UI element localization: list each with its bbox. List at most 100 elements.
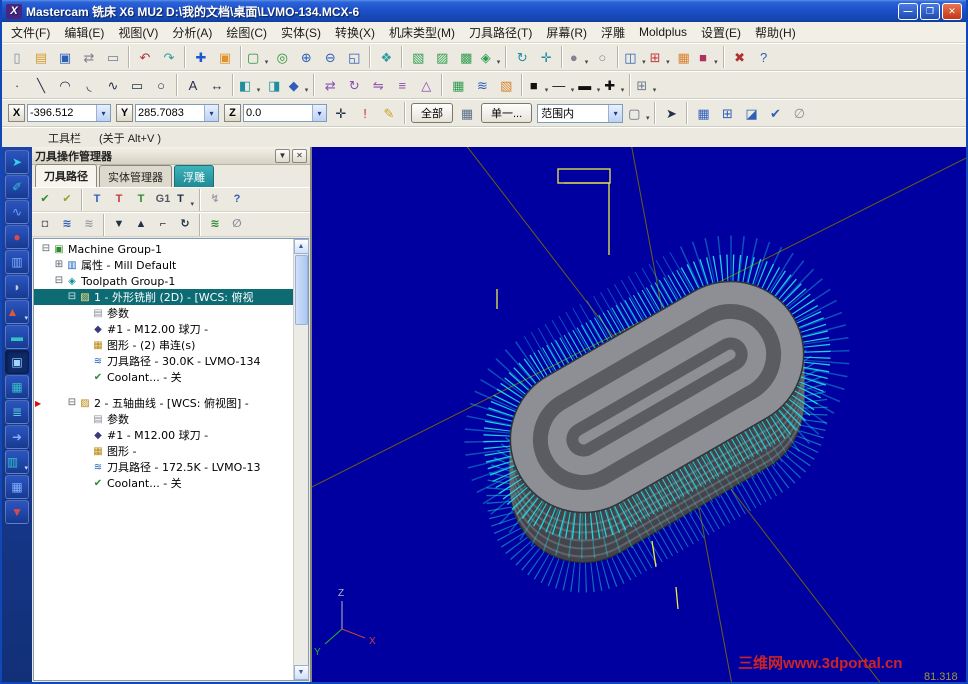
analyze-dynamic-icon[interactable]: ▣ xyxy=(214,46,236,68)
selection-grid-icon[interactable]: ▦ xyxy=(692,102,714,124)
menu-item[interactable]: Moldplus xyxy=(632,23,694,41)
xform-scale-icon[interactable]: △ xyxy=(415,74,437,96)
planes-icon[interactable]: ◫ ▾ xyxy=(623,46,646,68)
construction-mode-icon[interactable]: ! xyxy=(354,102,376,124)
tree-expander-icon[interactable]: ⊟ xyxy=(66,398,78,408)
ops-help-icon[interactable]: ? xyxy=(227,190,247,210)
grid2-icon[interactable]: ▦ xyxy=(5,475,29,499)
tree-expander-icon[interactable]: ⊟ xyxy=(53,276,65,286)
surface-create-icon[interactable]: ◧ ▾ xyxy=(238,74,261,96)
backplot-icon[interactable]: G1 xyxy=(153,190,173,210)
range-dropdown-icon[interactable]: ▾ xyxy=(608,104,623,122)
repaint-icon[interactable]: ❖ xyxy=(375,46,397,68)
panel-menu-icon[interactable]: ▼ xyxy=(275,148,290,163)
redo-icon[interactable]: ↷ xyxy=(158,46,180,68)
tree-expander-icon[interactable]: ⊞ xyxy=(53,260,65,270)
print-icon[interactable]: ▭ xyxy=(102,46,124,68)
dropdown-arrow-icon[interactable]: ▾ xyxy=(24,314,28,322)
shading-icon[interactable]: ● ▾ xyxy=(567,46,589,68)
y-coordinate-input[interactable] xyxy=(136,107,204,119)
xform-offset-icon[interactable]: ≡ xyxy=(391,74,413,96)
delete-entity-icon[interactable]: ✖ xyxy=(729,46,751,68)
tree-item[interactable]: ✔ Coolant... - 关 xyxy=(34,475,293,491)
gview-top-icon[interactable]: ▧ xyxy=(407,46,429,68)
zoom-out-icon[interactable]: ⊖ xyxy=(319,46,341,68)
selection-add-icon[interactable]: ⊞ xyxy=(716,102,738,124)
x-coordinate-input[interactable] xyxy=(28,107,96,119)
select-last-icon[interactable]: ▦ xyxy=(456,102,478,124)
levels-icon[interactable]: ⊞ ▾ xyxy=(649,46,671,68)
z-coordinate-input[interactable] xyxy=(244,107,312,119)
create-line-icon[interactable]: ╲ xyxy=(30,74,52,96)
menu-item[interactable]: 编辑(E) xyxy=(57,22,111,42)
gview-side-icon[interactable]: ▩ xyxy=(455,46,477,68)
book-manager-icon[interactable]: ≣ xyxy=(5,400,29,424)
undo-icon[interactable]: ↶ xyxy=(134,46,156,68)
insert-arrow-icon[interactable]: ⌐ xyxy=(153,215,173,235)
file-export-icon[interactable]: ⇄ xyxy=(78,46,100,68)
xform-mirror-icon[interactable]: ⇋ xyxy=(367,74,389,96)
tree-item[interactable]: ▶ ⊟ ▨ 2 - 五轴曲线 - [WCS: 俯视图] - xyxy=(34,395,293,411)
create-arc-icon[interactable]: ◠ xyxy=(54,74,76,96)
tree-item[interactable]: ⊞ ▥ 属性 - Mill Default xyxy=(34,257,293,273)
surface-trim-icon[interactable]: ◨ xyxy=(263,74,285,96)
attributes-icon[interactable]: ▦ xyxy=(673,46,695,68)
curve-tool-icon[interactable]: ∿ xyxy=(5,200,29,224)
create-circle-icon[interactable]: ○ xyxy=(150,74,172,96)
fit-screen-icon[interactable]: ◱ xyxy=(343,46,365,68)
tree-item[interactable]: ≋ 刀具路径 - 30.0K - LVMO-134 xyxy=(34,353,293,369)
attribute-color-icon[interactable]: ■ ▾ xyxy=(527,74,549,96)
cone-tool-icon[interactable]: ▲ ▾ xyxy=(5,300,29,324)
close-button[interactable]: ✕ xyxy=(942,2,962,20)
dropdown-arrow-icon[interactable]: ▾ xyxy=(24,464,28,472)
save-icon[interactable]: ▣ xyxy=(54,46,76,68)
move-insert-down-icon[interactable]: ▼ xyxy=(109,215,129,235)
select-all-operations-icon[interactable]: ✔ xyxy=(35,190,55,210)
select-arrow-icon[interactable]: ➤ xyxy=(660,102,682,124)
dropdown-arrow-icon[interactable]: ▾ xyxy=(646,114,650,122)
xform-rotate-icon[interactable]: ↻ xyxy=(343,74,365,96)
tree-item[interactable]: ≋ 刀具路径 - 172.5K - LVMO-13 xyxy=(34,459,293,475)
point-style-icon[interactable]: ✚ ▾ xyxy=(603,74,625,96)
graphics-viewport[interactable]: Z Y X 三维网www.3dportal.cn 81.318 xyxy=(312,147,966,682)
tree-expander-icon[interactable]: ⊟ xyxy=(66,292,78,302)
dropdown-arrow-icon[interactable]: ▾ xyxy=(497,58,501,66)
create-point-icon[interactable]: ∙ xyxy=(6,74,28,96)
line-style-icon[interactable]: — ▾ xyxy=(551,74,575,96)
create-fillet-icon[interactable]: ◟ xyxy=(78,74,100,96)
machine-def-icon[interactable]: ▦ xyxy=(447,74,469,96)
regen-all-icon[interactable]: T xyxy=(109,190,129,210)
analyze-position-icon[interactable]: ✚ xyxy=(190,46,212,68)
drop-tool-icon[interactable]: ▼ xyxy=(5,500,29,524)
toggle-rapid-display-icon[interactable]: ≋ xyxy=(79,215,99,235)
scrollbar-thumb[interactable] xyxy=(294,255,308,325)
tree-item[interactable]: ▦ 图形 - xyxy=(34,443,293,459)
line-width-icon[interactable]: ▬ ▾ xyxy=(577,74,601,96)
toolpath-ops-icon[interactable]: ≋ xyxy=(471,74,493,96)
menu-item[interactable]: 刀具路径(T) xyxy=(462,22,539,42)
x-axis-button[interactable]: X xyxy=(8,104,25,122)
dropdown-arrow-icon[interactable]: ▾ xyxy=(653,86,657,94)
minimize-button[interactable]: — xyxy=(898,2,918,20)
tab-toolpaths[interactable]: 刀具路径 xyxy=(35,164,97,187)
tree-item[interactable]: ▤ 参数 xyxy=(34,411,293,427)
flag-tool-icon[interactable]: ✐ xyxy=(5,175,29,199)
solid-extrude-icon[interactable]: ◆ ▾ xyxy=(287,74,309,96)
tree-item[interactable]: ▤ 参数 xyxy=(34,305,293,321)
tab-art[interactable]: 浮雕 xyxy=(174,165,214,187)
zoom-in-icon[interactable]: ⊕ xyxy=(295,46,317,68)
selection-validate-icon[interactable]: ✔ xyxy=(764,102,786,124)
tree-scrollbar[interactable]: ▲ ▼ xyxy=(293,239,309,680)
tree-item[interactable]: ▦ 图形 - (2) 串连(s) xyxy=(34,337,293,353)
surface-panel-icon[interactable]: ▥ xyxy=(5,250,29,274)
menu-item[interactable]: 机床类型(M) xyxy=(382,22,462,42)
toggle-toolpath-display-icon[interactable]: ≋ xyxy=(57,215,77,235)
maximize-button[interactable]: ❐ xyxy=(920,2,940,20)
select-all-button[interactable]: 全部 xyxy=(411,103,453,123)
rotate-view-icon[interactable]: ↻ xyxy=(511,46,533,68)
post-icon[interactable]: T ▾ xyxy=(175,190,195,210)
cylinder-tool-icon[interactable]: ◗ xyxy=(5,275,29,299)
dropdown-arrow-icon[interactable]: ▾ xyxy=(305,86,309,94)
menu-item[interactable]: 文件(F) xyxy=(4,22,57,42)
menu-item[interactable]: 浮雕 xyxy=(594,22,632,42)
